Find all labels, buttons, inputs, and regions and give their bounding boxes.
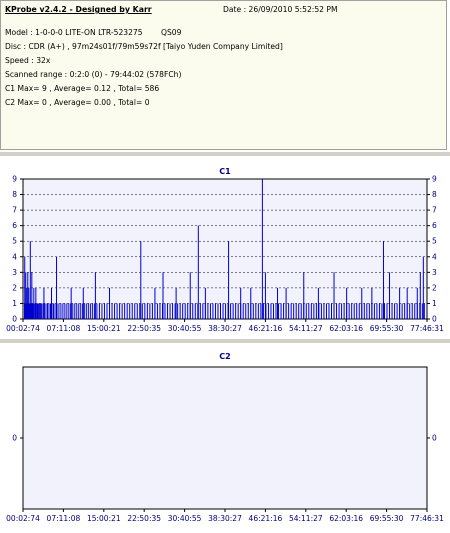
c1-stats: C1 Max= 9 , Average= 0.12 , Total= 586 <box>5 84 160 93</box>
y-tick-label: 6 <box>12 221 17 230</box>
disc-info: Disc : CDR (A+) , 97m24s01f/79m59s72f [T… <box>5 42 283 51</box>
y-tick-label: 7 <box>12 206 17 215</box>
y-tick-label: 2 <box>432 283 437 292</box>
splitter[interactable] <box>0 152 450 156</box>
y-tick-label: 8 <box>432 190 437 199</box>
x-tick-label: 46:21:16 <box>249 324 283 333</box>
c2-stats: C2 Max= 0 , Average= 0.00 , Total= 0 <box>5 98 150 107</box>
c2-chart-panel: C2 0 0 00:02:74 07:11:08 15:00:21 22:50:35 30:4… <box>0 344 450 529</box>
y-tick-label: 0 <box>432 315 437 324</box>
x-tick-label: 00:02:74 <box>6 324 40 333</box>
scan-date: Date : 26/09/2010 5:52:52 PM <box>223 5 338 14</box>
x-tick-label: 00:02:74 <box>6 514 40 523</box>
plot-area <box>22 366 428 510</box>
y-tick-label: 3 <box>432 268 437 277</box>
scanned-range: Scanned range : 0:2:0 (0) - 79:44:02 (57… <box>5 70 182 79</box>
x-tick-label: 07:11:08 <box>47 324 81 333</box>
y-tick-label: 1 <box>12 299 17 308</box>
x-tick-label: 38:30:27 <box>208 514 242 523</box>
x-tick-label: 77:46:31 <box>410 324 444 333</box>
y-tick-label: 9 <box>12 175 17 184</box>
y-tick-label: 0 <box>12 434 17 443</box>
x-tick-label: 77:46:31 <box>410 514 444 523</box>
c1-chart-panel: C1 0 0 1 1 2 2 3 3 4 4 5 5 6 6 7 7 8 8 9 9 00:02:74 07:11:08 15… <box>0 157 450 338</box>
app-title: KProbe v2.4.2 - Designed by Karr <box>5 5 152 14</box>
c1-chart: C1 0 0 1 1 2 2 3 3 4 4 5 5 6 6 7 7 8 8 9 9 00:02:74 07:11:08 15… <box>6 167 444 333</box>
y-tick-label: 5 <box>12 237 17 246</box>
splitter[interactable] <box>0 339 450 343</box>
x-tick-label: 15:00:21 <box>87 324 121 333</box>
chart-title: C2 <box>219 352 230 361</box>
x-tick-label: 69:55:30 <box>370 514 404 523</box>
y-tick-label: 9 <box>432 175 437 184</box>
chart-title: C1 <box>219 167 231 176</box>
y-tick-label: 4 <box>432 252 437 261</box>
drive-firmware: QS09 <box>161 28 182 37</box>
x-tick-label: 54:11:27 <box>289 324 323 333</box>
y-tick-label: 8 <box>12 190 17 199</box>
info-panel: KProbe v2.4.2 - Designed by Karr Date : … <box>0 0 447 150</box>
x-tick-label: 30:40:55 <box>168 324 202 333</box>
y-tick-label: 2 <box>12 283 17 292</box>
c2-chart: C2 0 0 00:02:74 07:11:08 15:00:21 22:50:35 30:4… <box>6 352 444 523</box>
x-tick-label: 15:00:21 <box>87 514 121 523</box>
x-tick-label: 46:21:16 <box>249 514 283 523</box>
x-tick-label: 62:03:16 <box>329 514 363 523</box>
y-tick-label: 6 <box>432 221 437 230</box>
y-tick-label: 1 <box>432 299 437 308</box>
scan-speed: Speed : 32x <box>5 56 51 65</box>
y-tick-label: 7 <box>432 206 437 215</box>
x-tick-label: 22:50:35 <box>127 324 161 333</box>
x-tick-label: 30:40:55 <box>168 514 202 523</box>
y-tick-label: 0 <box>432 434 437 443</box>
x-tick-label: 62:03:16 <box>329 324 363 333</box>
y-tick-label: 3 <box>12 268 17 277</box>
y-tick-label: 0 <box>12 315 17 324</box>
x-tick-label: 22:50:35 <box>127 514 161 523</box>
x-tick-label: 07:11:08 <box>47 514 81 523</box>
x-tick-label: 38:30:27 <box>208 324 242 333</box>
x-tick-label: 69:55:30 <box>370 324 404 333</box>
x-tick-label: 54:11:27 <box>289 514 323 523</box>
y-tick-label: 4 <box>12 252 17 261</box>
y-tick-label: 5 <box>432 237 437 246</box>
drive-model: Model : 1-0-0-0 LITE-ON LTR-523275 <box>5 28 143 37</box>
